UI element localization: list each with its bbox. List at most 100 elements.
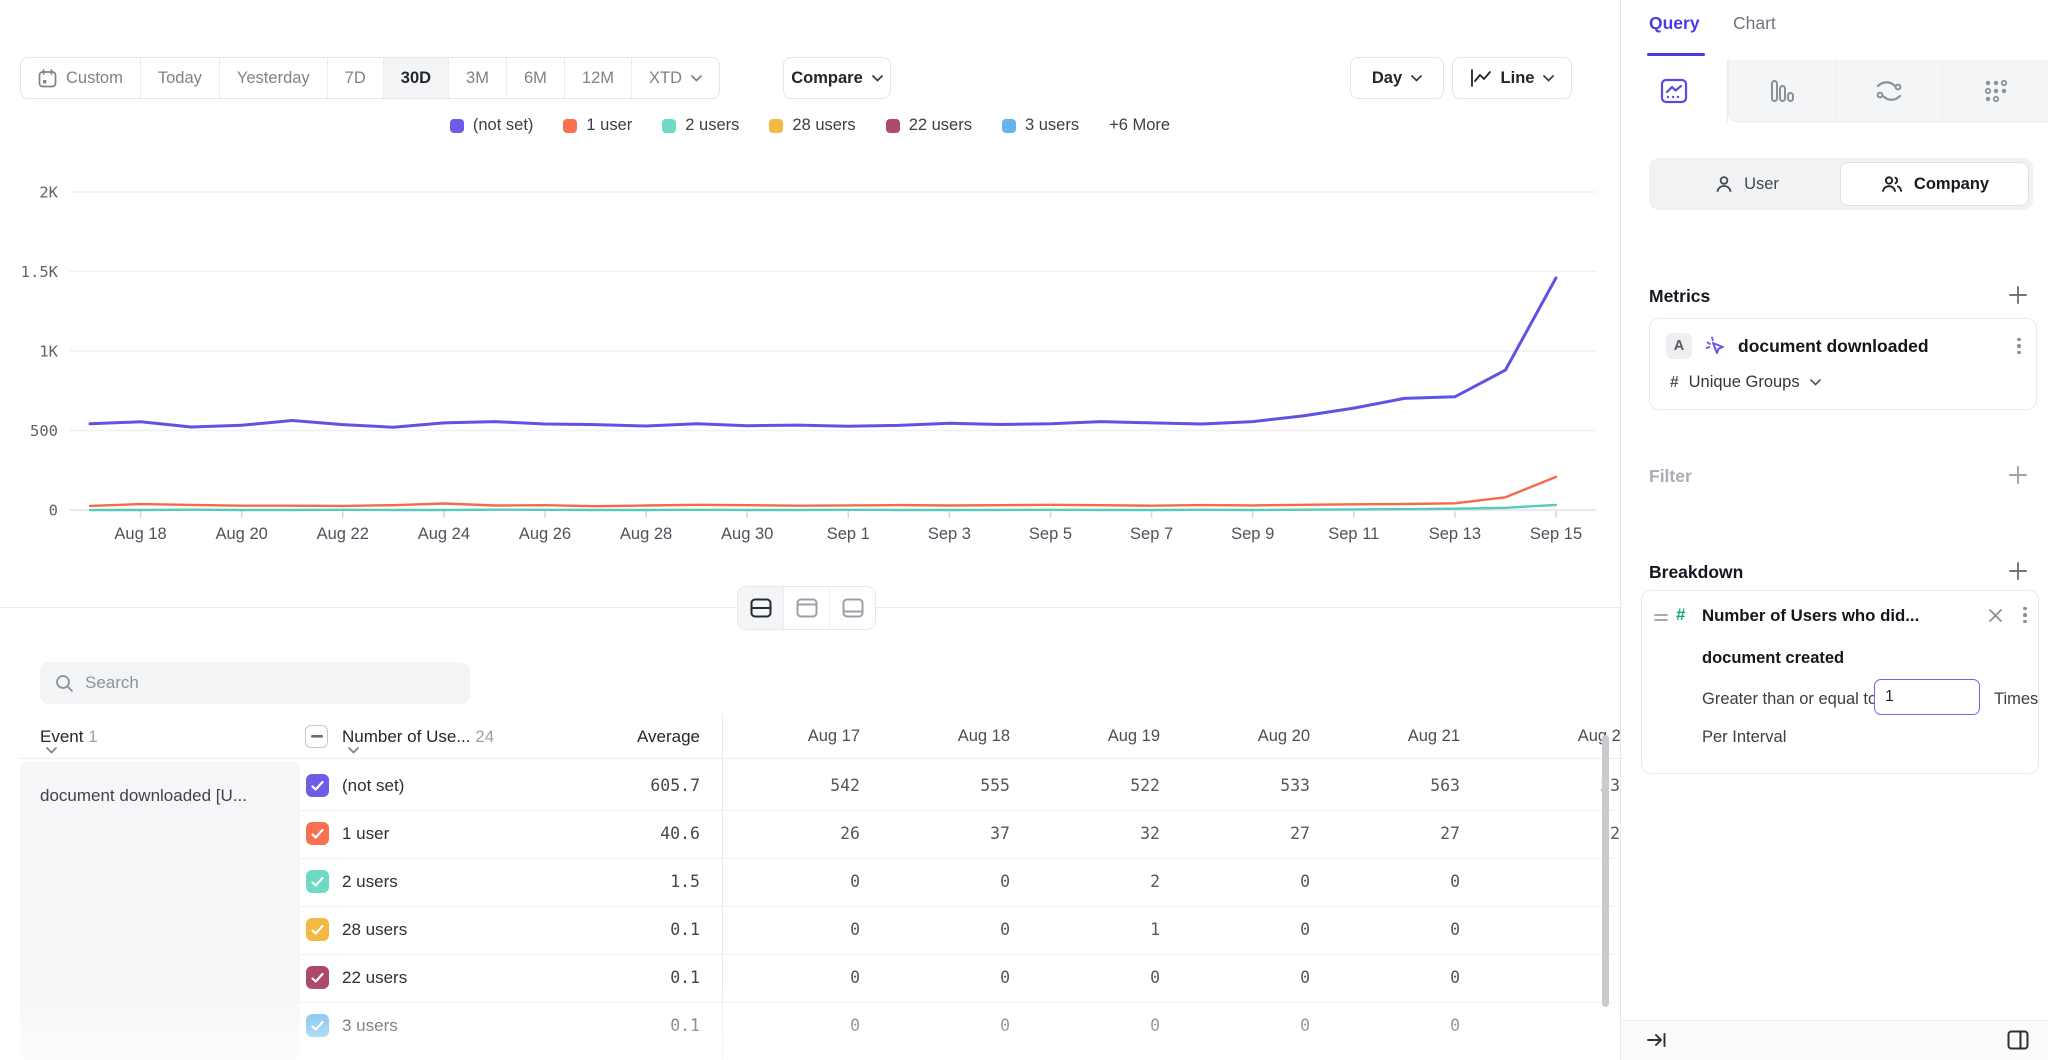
interval-dropdown[interactable]: Day <box>1350 57 1444 99</box>
date-column-header[interactable]: Aug 17 <box>710 727 860 746</box>
chart-type-dropdown[interactable]: Line <box>1452 57 1572 99</box>
line-chart[interactable]: 05001K1.5K2KAug 18Aug 20Aug 22Aug 24Aug … <box>0 130 1620 560</box>
range-option-yesterday[interactable]: Yesterday <box>220 58 328 98</box>
event-spark-icon <box>1704 335 1728 359</box>
range-option-12m[interactable]: 12M <box>565 58 632 98</box>
date-column-header[interactable]: Aug 18 <box>860 727 1010 746</box>
x-axis-tick-label: Sep 9 <box>1231 525 1274 543</box>
chart-type-flow-tab[interactable] <box>1835 60 1942 122</box>
tab-query[interactable]: Query <box>1649 13 1700 34</box>
search-input[interactable]: Search <box>40 662 470 704</box>
split-view-icon <box>750 598 772 618</box>
x-axis-tick-label: Aug 18 <box>114 525 166 543</box>
date-column-header[interactable]: Aug 19 <box>1010 727 1160 746</box>
series-label: 2 users <box>342 872 398 892</box>
company-option-label: Company <box>1914 175 1989 194</box>
tab-chart[interactable]: Chart <box>1733 13 1776 34</box>
chart-series-line[interactable] <box>90 278 1556 427</box>
chart-type-label: Line <box>1501 69 1535 88</box>
drag-handle-icon[interactable] <box>1654 612 1668 624</box>
average-column-header[interactable]: Average <box>550 727 700 747</box>
table-header-divider <box>20 758 1620 759</box>
series-label: 1 user <box>342 824 389 844</box>
metric-menu-button[interactable] <box>2010 335 2028 357</box>
active-tab-underline <box>1647 53 1705 56</box>
range-option-7d[interactable]: 7D <box>328 58 384 98</box>
entity-user-option[interactable]: User <box>1653 162 1840 206</box>
entity-toggle: User Company <box>1649 158 2033 210</box>
range-label: 12M <box>582 69 614 88</box>
compare-label: Compare <box>791 69 863 88</box>
series-checkbox[interactable] <box>306 966 329 989</box>
layout-chart-only-button[interactable] <box>784 587 830 629</box>
date-column-header[interactable]: Aug 21 <box>1310 727 1460 746</box>
date-column-header[interactable]: Aug 20 <box>1160 727 1310 746</box>
metric-name: document downloaded <box>1738 336 1929 357</box>
series-header-label: Number of Use... <box>342 727 471 746</box>
series-column-header[interactable]: Number of Use... 24 <box>342 727 494 754</box>
plus-icon <box>2007 284 2029 306</box>
select-all-checkbox[interactable] <box>305 725 328 748</box>
data-cell: 555 <box>860 776 1010 795</box>
chart-type-line-tab[interactable] <box>1621 60 1728 122</box>
series-checkbox[interactable] <box>306 918 329 941</box>
row-divider <box>300 1002 1615 1003</box>
range-option-custom[interactable]: Custom <box>21 58 141 98</box>
y-axis-tick-label: 1K <box>39 343 58 361</box>
average-header-label: Average <box>637 727 700 746</box>
check-icon <box>311 829 324 839</box>
data-cell: 0 <box>1010 968 1160 987</box>
data-cell: 0 <box>1310 1016 1460 1035</box>
event-cell[interactable] <box>20 762 300 1060</box>
add-metric-button[interactable] <box>2007 284 2029 306</box>
check-icon <box>311 1021 324 1031</box>
add-breakdown-button[interactable] <box>2007 560 2029 582</box>
add-filter-button[interactable] <box>2007 464 2029 486</box>
times-value-input[interactable] <box>1874 679 1980 715</box>
range-label: Yesterday <box>237 69 310 88</box>
collapse-panel-icon[interactable] <box>1646 1031 1667 1049</box>
data-cell: 0 <box>860 1016 1010 1035</box>
entity-company-option[interactable]: Company <box>1840 162 2029 206</box>
close-icon[interactable] <box>1988 608 2003 623</box>
data-cell: 0 <box>1160 920 1310 939</box>
split-panel-icon[interactable] <box>2007 1030 2029 1050</box>
chart-only-icon <box>796 598 818 618</box>
row-divider <box>300 858 1615 859</box>
chevron-down-icon <box>1543 75 1554 82</box>
range-label: 30D <box>401 69 431 88</box>
y-axis-tick-label: 0 <box>49 502 58 520</box>
data-cell: 0 <box>860 872 1010 891</box>
breakdown-card-title: Number of Users who did... <box>1702 606 1919 626</box>
layout-split-view-button[interactable] <box>738 587 784 629</box>
panel-bottom-bar <box>1621 1020 2048 1060</box>
data-cell: 0 <box>1480 1016 1630 1035</box>
vertical-scrollbar[interactable] <box>1602 735 1609 1007</box>
layout-toggle-group <box>737 586 876 630</box>
compare-button[interactable]: Compare <box>783 57 891 99</box>
layout-table-only-button[interactable] <box>830 587 875 629</box>
chart-type-bar-tab[interactable] <box>1728 60 1835 122</box>
metric-card[interactable]: A document downloaded # Unique Groups <box>1649 318 2037 410</box>
breakdown-menu-button[interactable] <box>2016 604 2034 626</box>
range-option-6m[interactable]: 6M <box>507 58 565 98</box>
data-cell: 27 <box>1160 824 1310 843</box>
metrics-section-title: Metrics <box>1649 286 1710 307</box>
series-checkbox[interactable] <box>306 1014 329 1037</box>
series-checkbox[interactable] <box>306 870 329 893</box>
breakdown-card[interactable]: # Number of Users who did... document cr… <box>1641 590 2039 774</box>
series-checkbox[interactable] <box>306 774 329 797</box>
data-cell: 0 <box>1160 1016 1310 1035</box>
chart-type-more-tab[interactable] <box>1942 60 2048 122</box>
series-checkbox[interactable] <box>306 822 329 845</box>
y-axis-tick-label: 2K <box>39 184 58 202</box>
average-value: 1.5 <box>550 872 700 891</box>
range-option-30d[interactable]: 30D <box>384 58 449 98</box>
range-option-today[interactable]: Today <box>141 58 220 98</box>
range-option-3m[interactable]: 3M <box>449 58 507 98</box>
range-option-xtd[interactable]: XTD <box>632 58 719 98</box>
event-column-header[interactable]: Event 1 <box>40 727 98 754</box>
aggregation-dropdown[interactable]: # Unique Groups <box>1670 373 1821 392</box>
metric-letter-badge: A <box>1666 333 1692 359</box>
chart-series-line[interactable] <box>90 477 1556 506</box>
